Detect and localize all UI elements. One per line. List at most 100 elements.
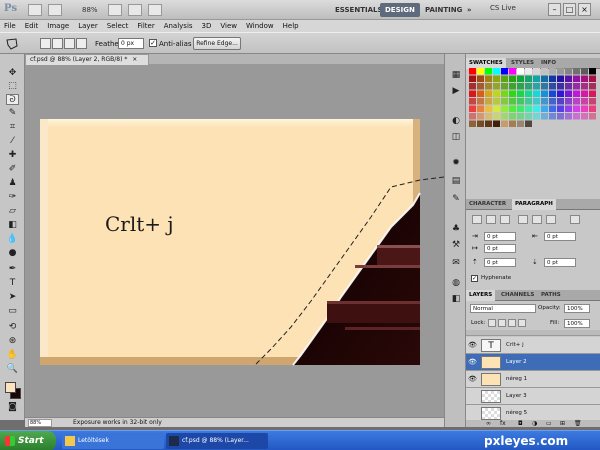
- visibility-eye-icon[interactable]: 👁: [468, 341, 477, 349]
- color-swatch[interactable]: [581, 90, 588, 98]
- hand-icon[interactable]: [107, 3, 122, 16]
- menu-filter[interactable]: Filter: [137, 22, 154, 30]
- layer-row[interactable]: 👁 T Crlt+ j: [466, 337, 600, 354]
- color-swatch[interactable]: [565, 98, 572, 105]
- color-swatch[interactable]: [485, 98, 492, 105]
- start-button[interactable]: Start: [0, 431, 56, 450]
- menu-3d[interactable]: 3D: [202, 22, 212, 30]
- move-tool-icon[interactable]: ✥: [6, 68, 19, 79]
- align-center-icon[interactable]: [486, 215, 496, 224]
- intersect-selection-icon[interactable]: [76, 38, 87, 49]
- color-swatch[interactable]: [533, 83, 540, 90]
- color-swatch[interactable]: [581, 75, 588, 83]
- color-swatch[interactable]: [509, 68, 516, 75]
- tab-character[interactable]: CHARACTER: [466, 199, 509, 210]
- indent-right-field[interactable]: 0 pt: [544, 232, 576, 241]
- color-swatch[interactable]: [549, 120, 556, 128]
- color-swatch[interactable]: [565, 75, 572, 83]
- color-swatch[interactable]: [477, 75, 484, 83]
- subtract-selection-icon[interactable]: [64, 38, 75, 49]
- color-swatch[interactable]: [517, 98, 524, 105]
- quick-mask-icon[interactable]: ◙: [6, 402, 19, 413]
- color-swatch[interactable]: [501, 83, 508, 90]
- path-selection-icon[interactable]: ➤: [6, 292, 19, 303]
- history-brush-icon[interactable]: ✑: [6, 192, 19, 203]
- layer-comps-icon[interactable]: ◧: [450, 294, 462, 304]
- brushes-panel-icon[interactable]: ✎: [450, 194, 462, 204]
- color-swatch[interactable]: [469, 113, 476, 120]
- color-swatch[interactable]: [589, 90, 596, 98]
- color-swatch[interactable]: [509, 83, 516, 90]
- color-swatch[interactable]: [541, 105, 548, 113]
- adjustments-panel-icon[interactable]: ◐: [450, 116, 462, 126]
- dodge-tool-icon[interactable]: ●: [6, 248, 19, 259]
- type-tool-icon[interactable]: T: [6, 278, 19, 289]
- adjustment-layer-icon[interactable]: ◑: [532, 420, 537, 427]
- color-swatch[interactable]: [549, 105, 556, 113]
- tab-paths[interactable]: PATHS: [538, 290, 564, 301]
- workspace-design[interactable]: DESIGN: [380, 3, 420, 17]
- color-swatch[interactable]: [589, 105, 596, 113]
- eyedropper-tool-icon[interactable]: ⁄: [6, 136, 19, 147]
- menu-edit[interactable]: Edit: [25, 22, 39, 30]
- hyphenate-checkbox[interactable]: ✓: [471, 275, 478, 282]
- color-swatch[interactable]: [541, 83, 548, 90]
- lock-all-icon[interactable]: [518, 319, 526, 327]
- color-swatch[interactable]: [501, 68, 508, 75]
- color-swatch[interactable]: [485, 105, 492, 113]
- tab-layers[interactable]: LAYERS: [466, 290, 496, 301]
- antialias-checkbox[interactable]: ✓: [149, 39, 157, 47]
- view-extras-icon[interactable]: [48, 3, 62, 16]
- color-swatch[interactable]: [565, 113, 572, 120]
- layer-row[interactable]: Layer 3: [466, 388, 600, 405]
- color-swatch[interactable]: [525, 68, 532, 75]
- visibility-eye-icon[interactable]: [468, 392, 476, 400]
- pen-tool-icon[interactable]: ✒: [6, 264, 19, 275]
- layer-row[interactable]: 👁 néreg 1: [466, 371, 600, 388]
- color-swatch[interactable]: [517, 113, 524, 120]
- color-swatch[interactable]: [493, 113, 500, 120]
- navigator-panel-icon[interactable]: ✹: [450, 158, 462, 168]
- color-swatch[interactable]: [477, 83, 484, 90]
- feather-input[interactable]: 0 px: [118, 38, 144, 49]
- workspace-painting[interactable]: PAINTING: [420, 3, 467, 17]
- color-swatch[interactable]: [549, 75, 556, 83]
- color-swatch[interactable]: [557, 68, 564, 75]
- color-swatch[interactable]: [477, 113, 484, 120]
- new-selection-icon[interactable]: [40, 38, 51, 49]
- masks-panel-icon[interactable]: ◫: [450, 132, 462, 142]
- color-swatch[interactable]: [573, 98, 580, 105]
- color-swatch[interactable]: [565, 105, 572, 113]
- color-swatch[interactable]: [541, 68, 548, 75]
- visibility-eye-icon[interactable]: 👁: [468, 358, 477, 366]
- color-swatch[interactable]: [485, 120, 492, 128]
- color-swatch[interactable]: [477, 90, 484, 98]
- shape-tool-icon[interactable]: ▭: [6, 306, 19, 317]
- color-swatch[interactable]: [573, 90, 580, 98]
- fill-field[interactable]: 100%: [564, 319, 590, 328]
- color-swatch[interactable]: [549, 98, 556, 105]
- color-swatch[interactable]: [501, 120, 508, 128]
- menu-analysis[interactable]: Analysis: [164, 22, 193, 30]
- color-swatch[interactable]: [549, 113, 556, 120]
- lock-transparent-icon[interactable]: [488, 319, 496, 327]
- refine-edge-button[interactable]: Refine Edge...: [193, 37, 241, 50]
- menu-layer[interactable]: Layer: [78, 22, 98, 30]
- color-swatch[interactable]: [509, 75, 516, 83]
- color-swatch[interactable]: [469, 98, 476, 105]
- color-swatch[interactable]: [573, 120, 580, 128]
- color-swatch[interactable]: [581, 83, 588, 90]
- document-close-icon[interactable]: ×: [132, 56, 137, 63]
- menu-file[interactable]: File: [4, 22, 16, 30]
- color-swatch[interactable]: [477, 68, 484, 75]
- menu-help[interactable]: Help: [283, 22, 299, 30]
- color-swatch[interactable]: [549, 90, 556, 98]
- color-swatch[interactable]: [525, 90, 532, 98]
- space-after-field[interactable]: 0 pt: [544, 258, 576, 267]
- eraser-tool-icon[interactable]: ▱: [6, 206, 19, 217]
- foreground-color-swatch[interactable]: [5, 382, 16, 393]
- swatches-grid[interactable]: [469, 68, 597, 130]
- color-swatch[interactable]: [581, 68, 588, 75]
- workspaces-more[interactable]: »: [462, 3, 477, 17]
- color-swatch[interactable]: [477, 98, 484, 105]
